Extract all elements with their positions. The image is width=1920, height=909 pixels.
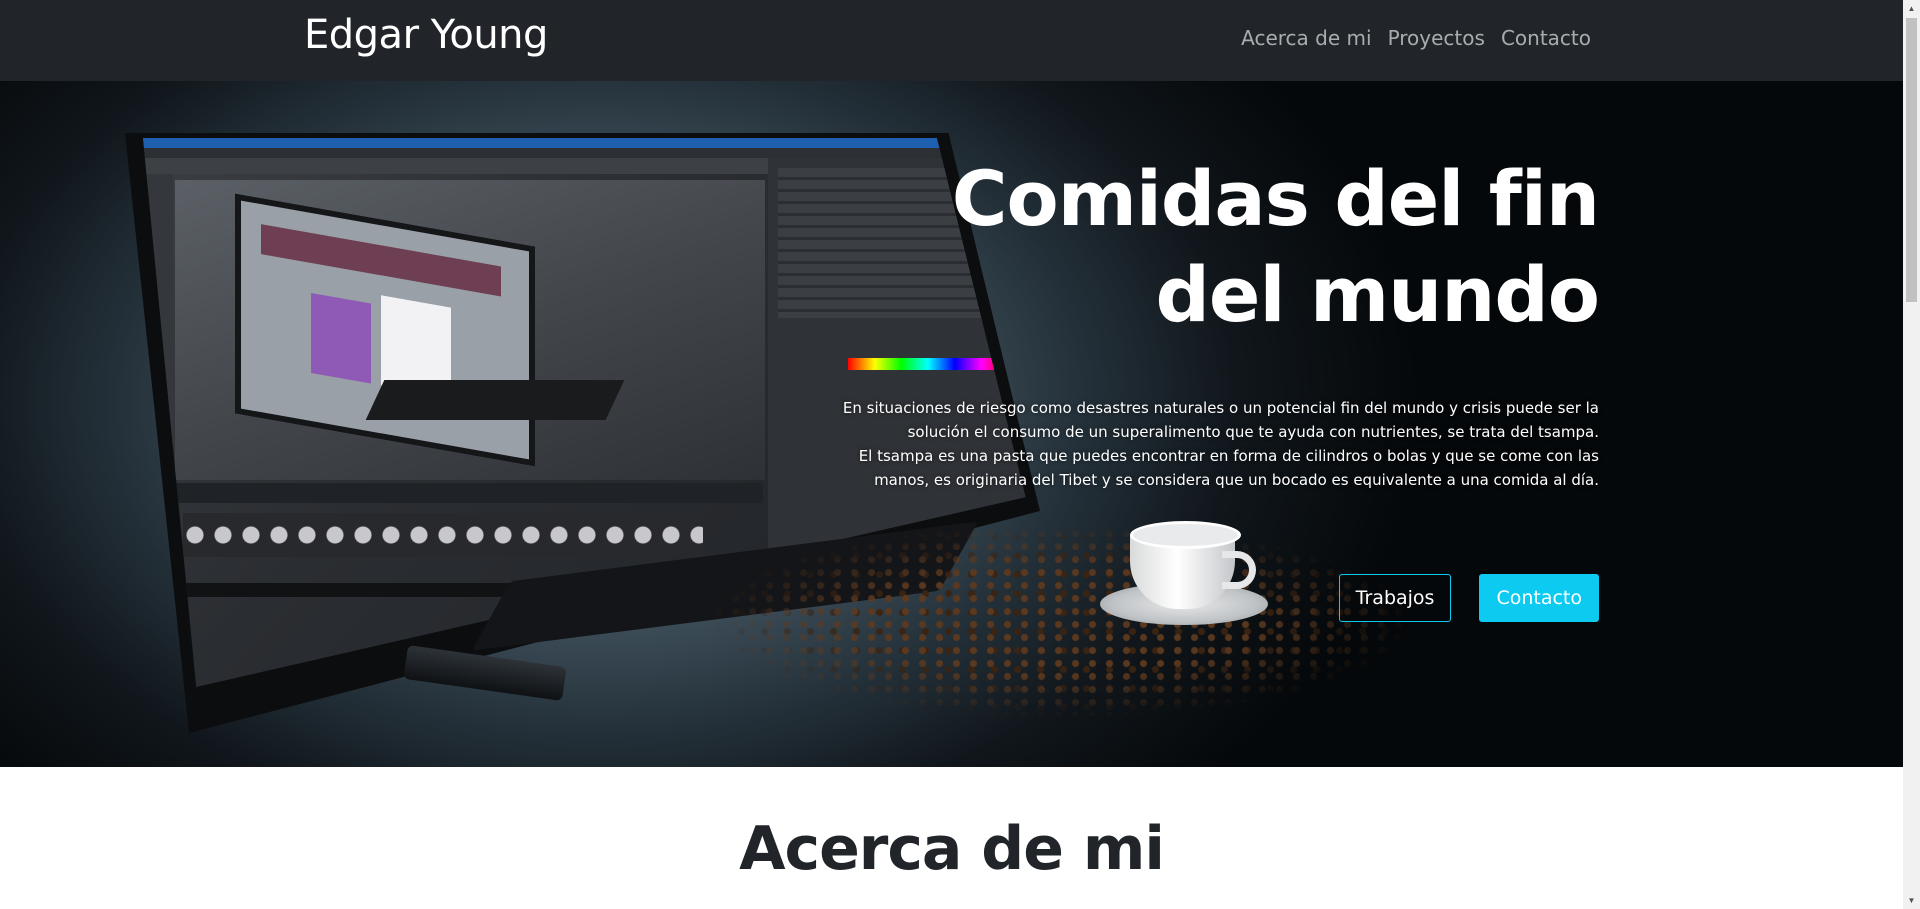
contact-button[interactable]: Contacto: [1479, 574, 1599, 622]
about-section-title: Acerca de mi: [739, 814, 1165, 884]
navbar: Edgar Young Acerca de mi Proyectos Conta…: [0, 0, 1903, 81]
page-scrollbar[interactable]: ▲ ▼: [1903, 0, 1920, 909]
hero-actions: Trabajos Contacto: [1338, 574, 1599, 622]
nav-link-projects[interactable]: Proyectos: [1388, 26, 1485, 50]
hero-background-coffee-beans: [540, 501, 1690, 767]
hero-title-line2: del mundo: [1155, 250, 1600, 339]
scrollbar-thumb[interactable]: [1906, 18, 1917, 302]
works-button[interactable]: Trabajos: [1338, 574, 1452, 622]
hero-paragraph-1: En situaciones de riesgo como desastres …: [842, 399, 1599, 441]
brand-link[interactable]: Edgar Young: [304, 12, 548, 58]
hero-title-line1: Comidas del fin: [951, 154, 1600, 243]
hero-title: Comidas del fin del mundo: [819, 151, 1600, 343]
scroll-down-arrow-icon[interactable]: ▼: [1903, 892, 1920, 909]
hero-content: Comidas del fin del mundo En situaciones…: [819, 151, 1600, 492]
hero-section: Comidas del fin del mundo En situaciones…: [0, 81, 1903, 767]
hero-description: En situaciones de riesgo como desastres …: [819, 396, 1599, 492]
scroll-up-arrow-icon[interactable]: ▲: [1903, 0, 1920, 17]
nav-link-contact[interactable]: Contacto: [1501, 26, 1591, 50]
hero-paragraph-2: El tsampa es una pasta que puedes encont…: [858, 447, 1599, 489]
nav-link-about[interactable]: Acerca de mi: [1241, 26, 1371, 50]
nav-links: Acerca de mi Proyectos Contacto: [1241, 26, 1591, 50]
